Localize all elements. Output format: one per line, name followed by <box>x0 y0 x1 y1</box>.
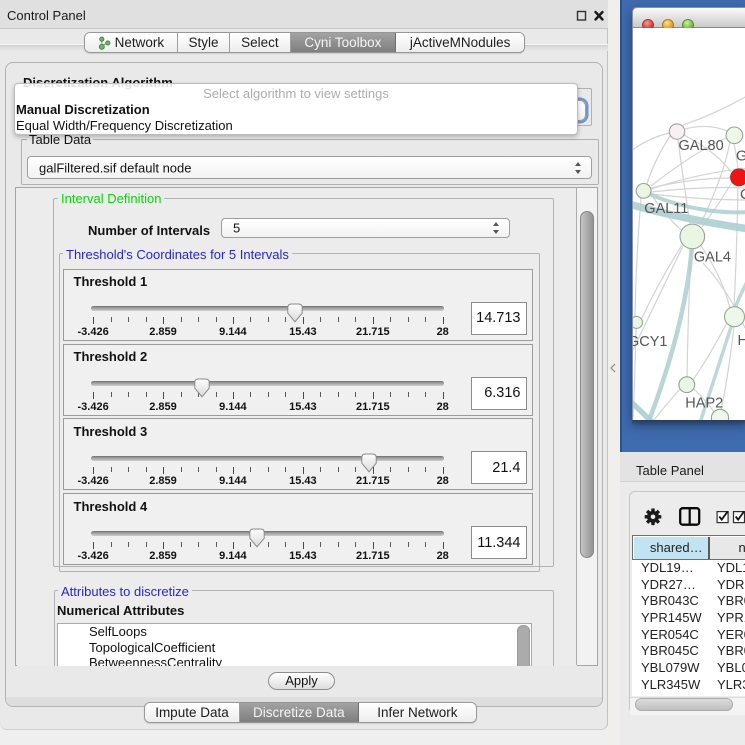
svg-text:GAL80: GAL80 <box>678 138 723 154</box>
svg-text:C: C <box>740 187 745 203</box>
svg-text:GA: GA <box>736 148 745 164</box>
svg-text:GAL11: GAL11 <box>644 201 688 217</box>
svg-text:HAP2: HAP2 <box>685 395 723 411</box>
svg-text:GCY1: GCY1 <box>633 334 668 350</box>
svg-text:H: H <box>737 333 745 349</box>
svg-text:GAL4: GAL4 <box>693 249 730 265</box>
